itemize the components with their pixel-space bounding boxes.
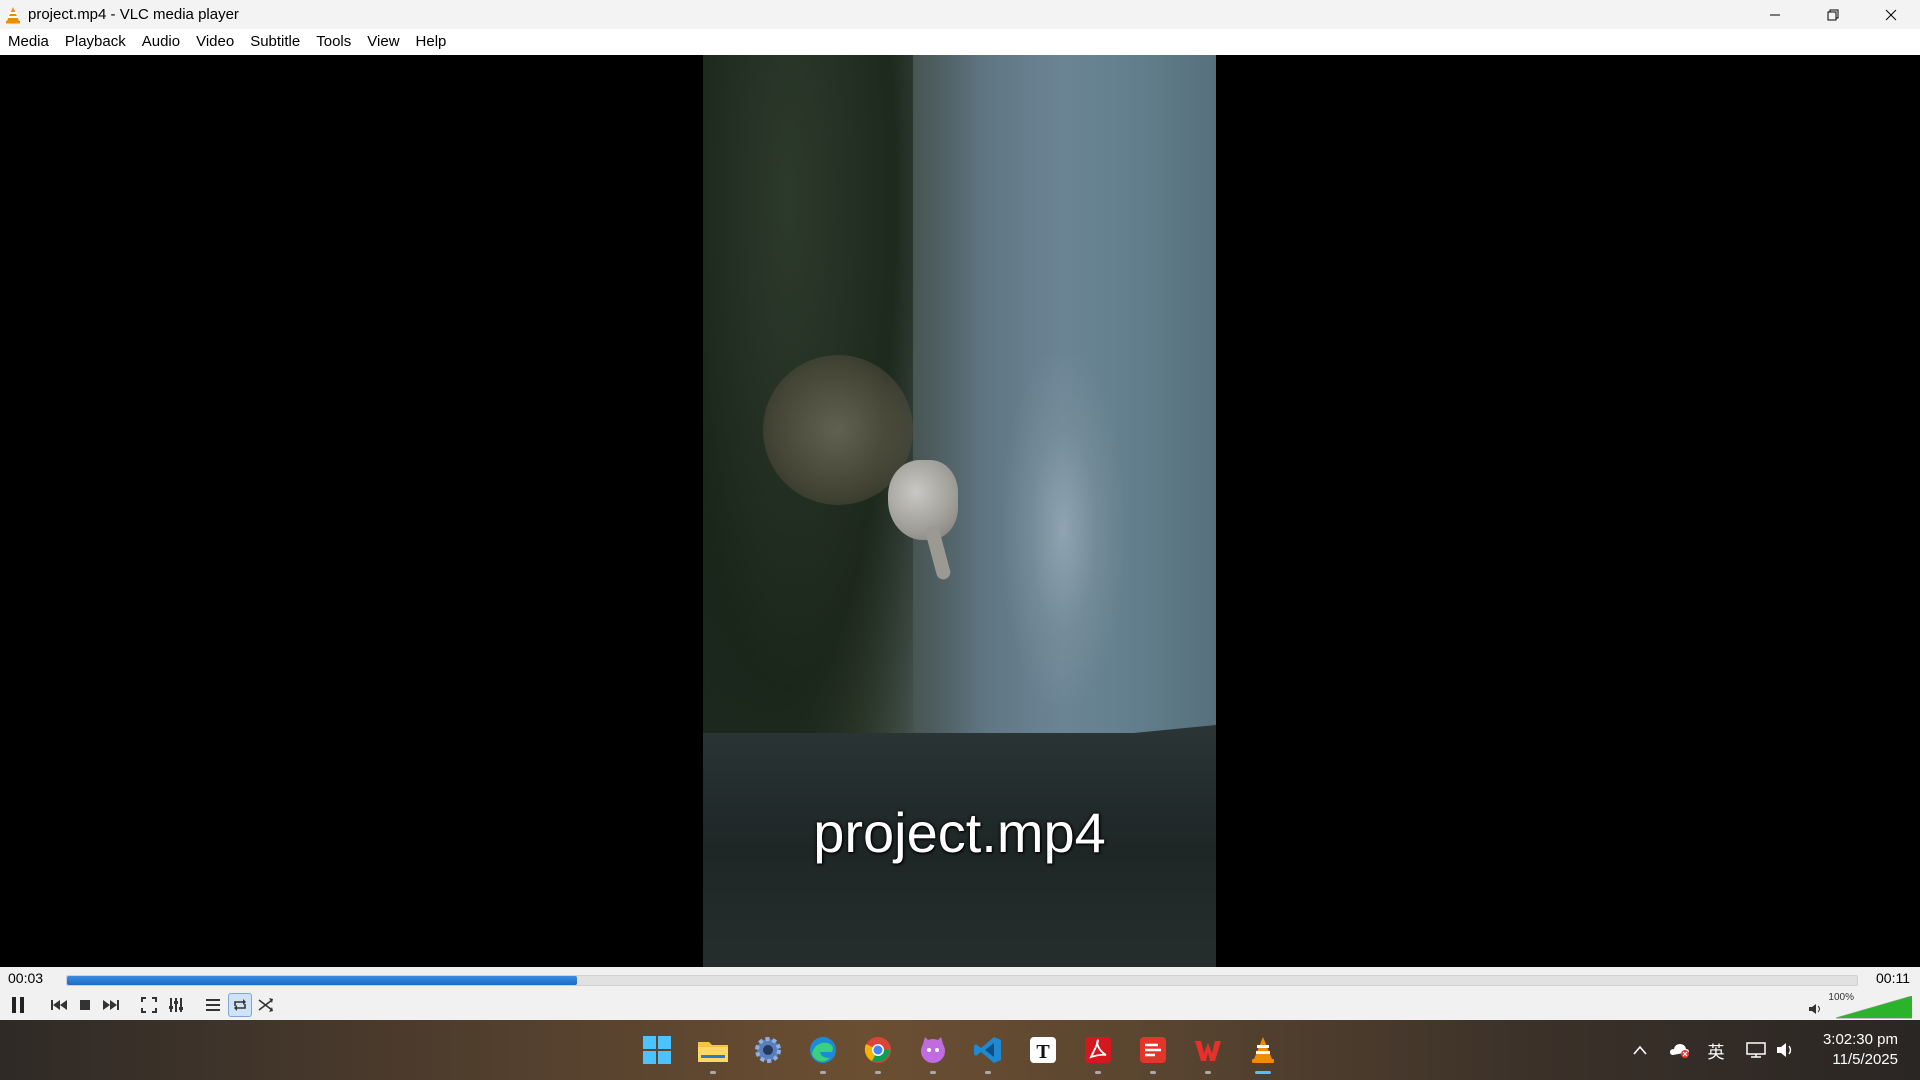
taskbar-pdf-app[interactable] <box>1135 1032 1171 1074</box>
running-indicator <box>1255 1071 1271 1074</box>
clock-time: 3:02:30 pm <box>1822 1031 1898 1048</box>
menu-view[interactable]: View <box>359 29 407 55</box>
equalizer-icon <box>169 998 183 1012</box>
gear-icon <box>755 1037 781 1063</box>
pause-icon <box>12 997 24 1013</box>
vlc-cone-icon <box>6 6 20 23</box>
running-indicator <box>985 1071 991 1074</box>
running-indicator <box>875 1071 881 1074</box>
taskbar-cat-app[interactable] <box>915 1032 951 1074</box>
restore-button[interactable] <box>1804 0 1862 29</box>
menu-tools[interactable]: Tools <box>308 29 359 55</box>
taskbar-edge[interactable] <box>805 1032 841 1074</box>
taskbar-vlc[interactable] <box>1245 1032 1281 1074</box>
extended-settings-button[interactable] <box>164 993 188 1017</box>
taskbar-acrobat[interactable] <box>1080 1032 1116 1074</box>
ime-indicator[interactable]: 英 <box>1699 1038 1733 1063</box>
tray-volume[interactable] <box>1771 1041 1801 1059</box>
close-button[interactable] <box>1862 0 1920 29</box>
menu-audio[interactable]: Audio <box>134 29 188 55</box>
taskbar-file-explorer[interactable] <box>695 1032 731 1074</box>
chrome-icon <box>864 1037 891 1063</box>
cloud-error-icon <box>1670 1044 1689 1058</box>
windows-logo-icon <box>643 1036 671 1064</box>
shuffle-button[interactable] <box>254 993 278 1017</box>
menu-video[interactable]: Video <box>188 29 242 55</box>
previous-button[interactable] <box>47 993 71 1017</box>
taskbar-start-button[interactable] <box>639 1032 675 1068</box>
pause-button[interactable] <box>6 993 30 1017</box>
clock-date: 11/5/2025 <box>1832 1051 1898 1068</box>
next-button[interactable] <box>99 993 123 1017</box>
video-title-overlay: project.mp4 <box>813 801 1106 864</box>
taskbar-settings[interactable] <box>750 1032 786 1068</box>
menu-help[interactable]: Help <box>408 29 455 55</box>
close-icon <box>1885 9 1897 20</box>
loop-button[interactable] <box>228 993 252 1017</box>
stop-button[interactable] <box>73 993 97 1017</box>
typora-icon: T <box>1030 1037 1056 1063</box>
fullscreen-icon <box>141 997 157 1013</box>
minimize-button[interactable] <box>1746 0 1804 29</box>
taskbar: T 英 3:02:30 pm 11/5/2025 <box>0 1020 1920 1080</box>
shuffle-icon <box>258 998 273 1012</box>
running-indicator <box>1150 1071 1156 1074</box>
pdf-tools-icon <box>1140 1037 1166 1063</box>
seek-bar-fill <box>67 976 578 985</box>
loop-icon <box>234 999 246 1011</box>
fullscreen-button[interactable] <box>137 993 161 1017</box>
elapsed-time[interactable]: 00:03 <box>8 970 43 986</box>
running-indicator <box>1095 1071 1101 1074</box>
restore-icon <box>1827 9 1839 20</box>
total-time[interactable]: 00:11 <box>1876 970 1910 986</box>
playlist-icon <box>206 999 220 1011</box>
tray-cloud-status[interactable] <box>1661 1041 1699 1059</box>
seek-bar[interactable] <box>66 975 1858 986</box>
folder-icon <box>698 1042 728 1062</box>
chevron-up-icon <box>1633 1045 1647 1055</box>
svg-text:T: T <box>1036 1041 1050 1063</box>
menu-bar: Media Playback Audio Video Subtitle Tool… <box>0 29 1920 56</box>
title-bar: project.mp4 - VLC media player <box>0 0 1920 29</box>
tray-network[interactable] <box>1741 1041 1771 1059</box>
running-indicator <box>1205 1071 1211 1074</box>
running-indicator <box>930 1071 936 1074</box>
skip-back-icon <box>51 1000 67 1010</box>
video-water <box>1003 355 1123 705</box>
player-controls: 00:03 00:11 100% <box>0 967 1920 1020</box>
menu-subtitle[interactable]: Subtitle <box>242 29 308 55</box>
volume-control[interactable]: 100% <box>1809 992 1912 1020</box>
taskbar-vscode[interactable] <box>970 1032 1006 1074</box>
tray-clock[interactable]: 3:02:30 pm 11/5/2025 <box>1823 1030 1898 1070</box>
volume-slider[interactable] <box>1836 996 1912 1020</box>
playlist-button[interactable] <box>201 993 225 1017</box>
running-indicator <box>710 1071 716 1074</box>
system-tray: 英 <box>1627 1020 1801 1080</box>
running-indicator <box>820 1071 826 1074</box>
taskbar-wps-office[interactable] <box>1190 1032 1226 1074</box>
speaker-icon <box>1809 1004 1820 1014</box>
vlc-cone-icon <box>1252 1037 1274 1063</box>
window-title: project.mp4 - VLC media player <box>28 6 239 23</box>
skip-forward-icon <box>103 1000 119 1010</box>
minimize-icon <box>1770 14 1780 15</box>
menu-playback[interactable]: Playback <box>57 29 134 55</box>
taskbar-typora[interactable]: T <box>1025 1032 1061 1068</box>
cat-face-icon <box>921 1037 945 1063</box>
vscode-icon <box>974 1037 1001 1063</box>
tray-overflow-button[interactable] <box>1627 1045 1653 1055</box>
stop-icon <box>80 1000 90 1010</box>
wps-office-icon <box>1195 1041 1221 1061</box>
speaker-icon <box>1777 1043 1792 1057</box>
video-elephant <box>888 460 958 540</box>
acrobat-icon <box>1085 1037 1111 1063</box>
menu-media[interactable]: Media <box>0 29 57 55</box>
network-monitor-icon <box>1746 1042 1766 1058</box>
taskbar-chrome[interactable] <box>860 1032 896 1074</box>
edge-icon <box>810 1037 836 1063</box>
